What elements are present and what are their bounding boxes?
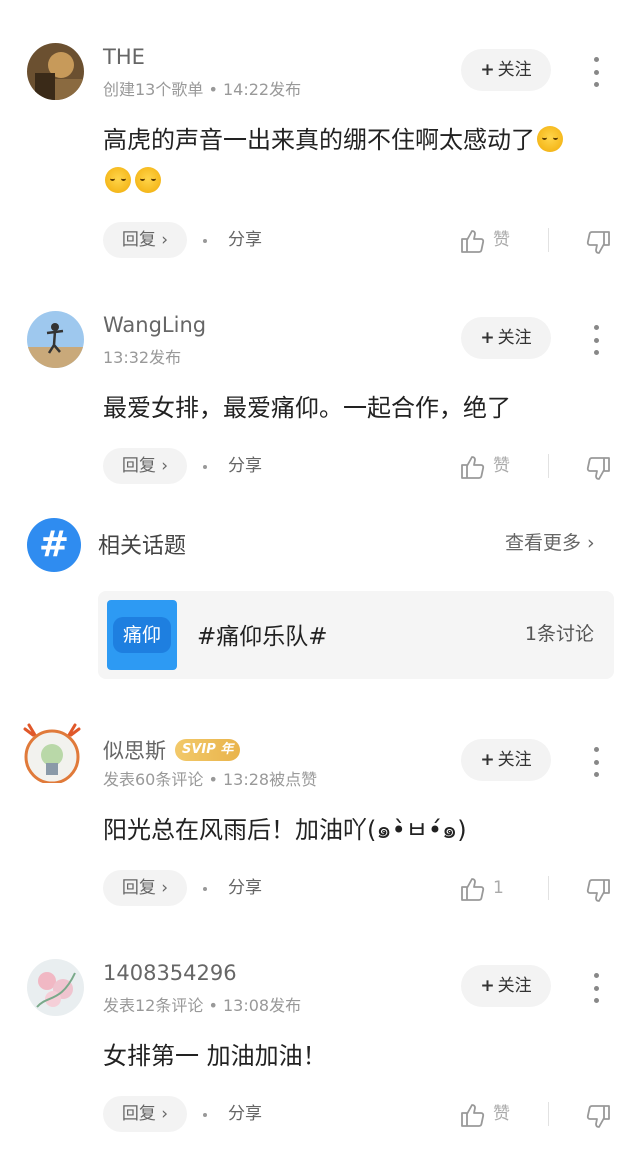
hashtag-icon: # [27,518,81,572]
svip-badge: SVIP 年 [175,739,241,761]
more-options-icon[interactable] [585,973,607,1003]
topic-count: 1条讨论 [524,623,594,645]
username[interactable]: WangLing [103,313,206,337]
thumbs-up-icon[interactable] [458,875,486,903]
plus-icon: + [480,750,495,770]
thumbs-down-icon[interactable] [585,877,613,905]
like-label: 赞 [493,456,510,476]
thumbs-down-icon[interactable] [585,229,613,257]
divider [548,454,549,478]
comment-meta: 13:32发布 [103,348,182,367]
follow-button[interactable]: + 关注 [461,965,551,1007]
section-title: 相关话题 [98,534,187,559]
comment-meta: 发表60条评论 • 13:28被点赞 [103,770,318,789]
follow-button[interactable]: + 关注 [461,739,551,781]
more-options-icon[interactable] [585,747,607,777]
comment-meta: 发表12条评论 • 13:08发布 [103,996,302,1015]
crying-face-emoji [105,167,131,193]
avatar[interactable] [27,311,84,368]
follow-button[interactable]: + 关注 [461,49,551,91]
comment-text: 最爱女排，最爱痛仰。一起合作，绝了 [103,394,511,422]
username[interactable]: THE [103,45,145,69]
like-label: 赞 [493,1104,510,1124]
plus-icon: + [480,328,495,348]
thumbs-down-icon[interactable] [585,1103,613,1131]
more-options-icon[interactable] [585,57,607,87]
separator-dot [203,465,207,469]
reply-button[interactable]: 回复 › [103,870,187,906]
related-topics-header: # 相关话题 查看更多 › [0,518,640,578]
comment-meta: 创建13个歌单 • 14:22发布 [103,80,302,99]
reply-button[interactable]: 回复 › [103,448,187,484]
username[interactable]: 似思斯 SVIP 年 [103,735,241,765]
avatar[interactable] [27,959,84,1016]
plus-icon: + [480,976,495,996]
separator-dot [203,1113,207,1117]
share-button[interactable]: 分享 [228,1096,262,1132]
more-options-icon[interactable] [585,325,607,355]
thumbs-down-icon[interactable] [585,455,613,483]
comment-actions: 回复 › 分享 1 [0,870,640,908]
divider [548,876,549,900]
comment-actions: 回复 › 分享 赞 [0,1096,640,1134]
follow-button[interactable]: + 关注 [461,317,551,359]
comment-text: 阳光总在风雨后！加油吖(๑•̀ㅂ•́๑) [103,816,467,844]
share-button[interactable]: 分享 [228,448,262,484]
divider [548,1102,549,1126]
username[interactable]: 1408354296 [103,961,237,985]
topic-name: #痛仰乐队# [197,624,328,650]
crying-face-emoji [135,167,161,193]
comment-text: 高虎的声音一出来真的绷不住啊太感动了 [103,120,618,202]
see-more-link[interactable]: 查看更多 › [505,528,595,555]
thumbs-up-icon[interactable] [458,453,486,481]
separator-dot [203,239,207,243]
comment-actions: 回复 › 分享 赞 [0,448,640,486]
avatar[interactable] [23,723,84,790]
plus-icon: + [480,60,495,80]
comment-actions: 回复 › 分享 赞 [0,222,640,260]
reply-button[interactable]: 回复 › [103,222,187,258]
separator-dot [203,887,207,891]
divider [548,228,549,252]
share-button[interactable]: 分享 [228,870,262,906]
thumbs-up-icon[interactable] [458,1101,486,1129]
topic-card[interactable]: 痛仰 #痛仰乐队# 1条讨论 [98,591,614,679]
topic-thumbnail: 痛仰 [107,600,177,670]
thumbs-up-icon[interactable] [458,227,486,255]
like-count: 1 [493,878,504,898]
crying-face-emoji [537,126,563,152]
reply-button[interactable]: 回复 › [103,1096,187,1132]
share-button[interactable]: 分享 [228,222,262,258]
like-label: 赞 [493,230,510,250]
comment-text: 女排第一 加油加油！ [103,1042,327,1070]
avatar[interactable] [27,43,84,100]
